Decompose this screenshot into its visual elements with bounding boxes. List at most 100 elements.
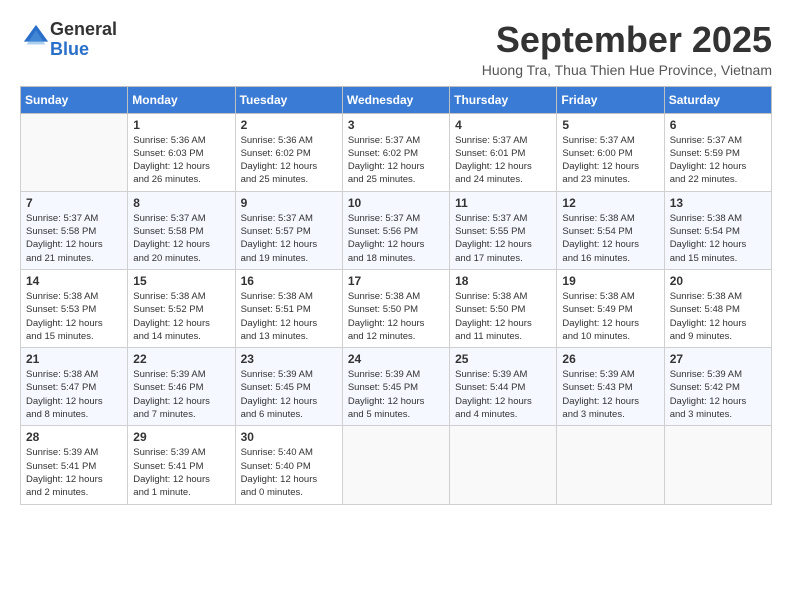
calendar-cell: 26 Sunrise: 5:39 AM Sunset: 5:43 PM Dayli… [557, 348, 664, 426]
calendar-cell: 8Sunrise: 5:37 AM Sunset: 5:58 PM Daylig… [128, 191, 235, 269]
day-info: Sunrise: 5:39 AM Sunset: 5:46 PM Dayligh… [133, 368, 229, 421]
calendar-cell [450, 426, 557, 504]
calendar-cell: 27Sunrise: 5:39 AM Sunset: 5:42 PM Dayli… [664, 348, 771, 426]
day-number: 28 [26, 430, 122, 444]
day-number: 17 [348, 274, 444, 288]
weekday-header-saturday: Saturday [664, 86, 771, 113]
day-number: 18 [455, 274, 551, 288]
day-info: Sunrise: 5:37 AM Sunset: 5:59 PM Dayligh… [670, 134, 766, 187]
day-info: Sunrise: 5:37 AM Sunset: 6:01 PM Dayligh… [455, 134, 551, 187]
day-info: Sunrise: 5:37 AM Sunset: 6:00 PM Dayligh… [562, 134, 658, 187]
weekday-header-wednesday: Wednesday [342, 86, 449, 113]
day-info: Sunrise: 5:38 AM Sunset: 5:51 PM Dayligh… [241, 290, 337, 343]
calendar-cell: 21 Sunrise: 5:38 AM Sunset: 5:47 PM Dayli… [21, 348, 128, 426]
calendar-cell: 18 Sunrise: 5:38 AM Sunset: 5:50 PM Dayli… [450, 269, 557, 347]
day-number: 7 [26, 196, 122, 210]
day-info: Sunrise: 5:38 AM Sunset: 5:50 PM Dayligh… [455, 290, 551, 343]
day-number: 10 [348, 196, 444, 210]
day-info: Sunrise: 5:36 AM Sunset: 6:02 PM Dayligh… [241, 134, 337, 187]
day-info: Sunrise: 5:37 AM Sunset: 5:55 PM Dayligh… [455, 212, 551, 265]
day-number: 12 [562, 196, 658, 210]
day-number: 25 [455, 352, 551, 366]
weekday-header-friday: Friday [557, 86, 664, 113]
calendar-cell [664, 426, 771, 504]
weekday-header-thursday: Thursday [450, 86, 557, 113]
logo: General Blue [20, 20, 117, 60]
day-info: Sunrise: 5:38 AM Sunset: 5:53 PM Dayligh… [26, 290, 122, 343]
day-info: Sunrise: 5:39 AM Sunset: 5:41 PM Dayligh… [26, 446, 122, 499]
day-number: 16 [241, 274, 337, 288]
calendar-cell: 7 Sunrise: 5:37 AM Sunset: 5:58 PM Daylig… [21, 191, 128, 269]
day-info: Sunrise: 5:38 AM Sunset: 5:54 PM Dayligh… [562, 212, 658, 265]
calendar-cell [557, 426, 664, 504]
calendar-cell: 2Sunrise: 5:36 AM Sunset: 6:02 PM Daylig… [235, 113, 342, 191]
calendar-table: SundayMondayTuesdayWednesdayThursdayFrid… [20, 86, 772, 505]
day-number: 24 [348, 352, 444, 366]
calendar-cell: 12 Sunrise: 5:38 AM Sunset: 5:54 PM Dayli… [557, 191, 664, 269]
calendar-week-row: 14 Sunrise: 5:38 AM Sunset: 5:53 PM Dayli… [21, 269, 772, 347]
calendar-cell: 10 Sunrise: 5:37 AM Sunset: 5:56 PM Dayli… [342, 191, 449, 269]
calendar-cell: 30 Sunrise: 5:40 AM Sunset: 5:40 PM Dayli… [235, 426, 342, 504]
day-info: Sunrise: 5:39 AM Sunset: 5:45 PM Dayligh… [241, 368, 337, 421]
weekday-header-row: SundayMondayTuesdayWednesdayThursdayFrid… [21, 86, 772, 113]
day-info: Sunrise: 5:39 AM Sunset: 5:43 PM Dayligh… [562, 368, 658, 421]
day-info: Sunrise: 5:39 AM Sunset: 5:45 PM Dayligh… [348, 368, 444, 421]
day-info: Sunrise: 5:36 AM Sunset: 6:03 PM Dayligh… [133, 134, 229, 187]
day-info: Sunrise: 5:37 AM Sunset: 5:57 PM Dayligh… [241, 212, 337, 265]
calendar-cell: 17Sunrise: 5:38 AM Sunset: 5:50 PM Dayli… [342, 269, 449, 347]
day-info: Sunrise: 5:40 AM Sunset: 5:40 PM Dayligh… [241, 446, 337, 499]
day-number: 26 [562, 352, 658, 366]
page-header: General Blue September 2025 Huong Tra, T… [20, 20, 772, 78]
day-info: Sunrise: 5:37 AM Sunset: 5:58 PM Dayligh… [133, 212, 229, 265]
calendar-week-row: 7 Sunrise: 5:37 AM Sunset: 5:58 PM Daylig… [21, 191, 772, 269]
day-number: 21 [26, 352, 122, 366]
day-info: Sunrise: 5:38 AM Sunset: 5:52 PM Dayligh… [133, 290, 229, 343]
day-number: 9 [241, 196, 337, 210]
title-section: September 2025 Huong Tra, Thua Thien Hue… [482, 20, 772, 78]
day-info: Sunrise: 5:38 AM Sunset: 5:47 PM Dayligh… [26, 368, 122, 421]
day-number: 14 [26, 274, 122, 288]
calendar-cell: 25 Sunrise: 5:39 AM Sunset: 5:44 PM Dayli… [450, 348, 557, 426]
calendar-week-row: 1 Sunrise: 5:36 AM Sunset: 6:03 PM Daylig… [21, 113, 772, 191]
calendar-cell: 3 Sunrise: 5:37 AM Sunset: 6:02 PM Daylig… [342, 113, 449, 191]
calendar-cell: 13 Sunrise: 5:38 AM Sunset: 5:54 PM Dayli… [664, 191, 771, 269]
calendar-cell: 20 Sunrise: 5:38 AM Sunset: 5:48 PM Dayli… [664, 269, 771, 347]
calendar-cell [21, 113, 128, 191]
day-number: 6 [670, 118, 766, 132]
calendar-cell: 29Sunrise: 5:39 AM Sunset: 5:41 PM Dayli… [128, 426, 235, 504]
calendar-cell: 6 Sunrise: 5:37 AM Sunset: 5:59 PM Daylig… [664, 113, 771, 191]
calendar-cell: 11Sunrise: 5:37 AM Sunset: 5:55 PM Dayli… [450, 191, 557, 269]
day-info: Sunrise: 5:37 AM Sunset: 6:02 PM Dayligh… [348, 134, 444, 187]
calendar-week-row: 21 Sunrise: 5:38 AM Sunset: 5:47 PM Dayli… [21, 348, 772, 426]
day-number: 30 [241, 430, 337, 444]
day-number: 20 [670, 274, 766, 288]
day-info: Sunrise: 5:39 AM Sunset: 5:41 PM Dayligh… [133, 446, 229, 499]
day-info: Sunrise: 5:39 AM Sunset: 5:42 PM Dayligh… [670, 368, 766, 421]
weekday-header-monday: Monday [128, 86, 235, 113]
day-info: Sunrise: 5:38 AM Sunset: 5:48 PM Dayligh… [670, 290, 766, 343]
day-number: 1 [133, 118, 229, 132]
day-number: 23 [241, 352, 337, 366]
day-number: 15 [133, 274, 229, 288]
calendar-cell: 24 Sunrise: 5:39 AM Sunset: 5:45 PM Dayli… [342, 348, 449, 426]
calendar-week-row: 28 Sunrise: 5:39 AM Sunset: 5:41 PM Dayli… [21, 426, 772, 504]
calendar-cell: 15 Sunrise: 5:38 AM Sunset: 5:52 PM Dayli… [128, 269, 235, 347]
day-info: Sunrise: 5:38 AM Sunset: 5:54 PM Dayligh… [670, 212, 766, 265]
calendar-cell: 5Sunrise: 5:37 AM Sunset: 6:00 PM Daylig… [557, 113, 664, 191]
calendar-cell [342, 426, 449, 504]
day-number: 19 [562, 274, 658, 288]
day-info: Sunrise: 5:39 AM Sunset: 5:44 PM Dayligh… [455, 368, 551, 421]
day-number: 4 [455, 118, 551, 132]
calendar-body: 1 Sunrise: 5:36 AM Sunset: 6:03 PM Daylig… [21, 113, 772, 504]
month-title: September 2025 [482, 20, 772, 60]
day-info: Sunrise: 5:37 AM Sunset: 5:58 PM Dayligh… [26, 212, 122, 265]
calendar-cell: 16 Sunrise: 5:38 AM Sunset: 5:51 PM Dayli… [235, 269, 342, 347]
logo-icon [22, 23, 50, 51]
calendar-cell: 4 Sunrise: 5:37 AM Sunset: 6:01 PM Daylig… [450, 113, 557, 191]
logo-blue-text: Blue [50, 39, 89, 59]
calendar-cell: 22 Sunrise: 5:39 AM Sunset: 5:46 PM Dayli… [128, 348, 235, 426]
day-number: 13 [670, 196, 766, 210]
day-info: Sunrise: 5:37 AM Sunset: 5:56 PM Dayligh… [348, 212, 444, 265]
day-number: 22 [133, 352, 229, 366]
day-number: 3 [348, 118, 444, 132]
